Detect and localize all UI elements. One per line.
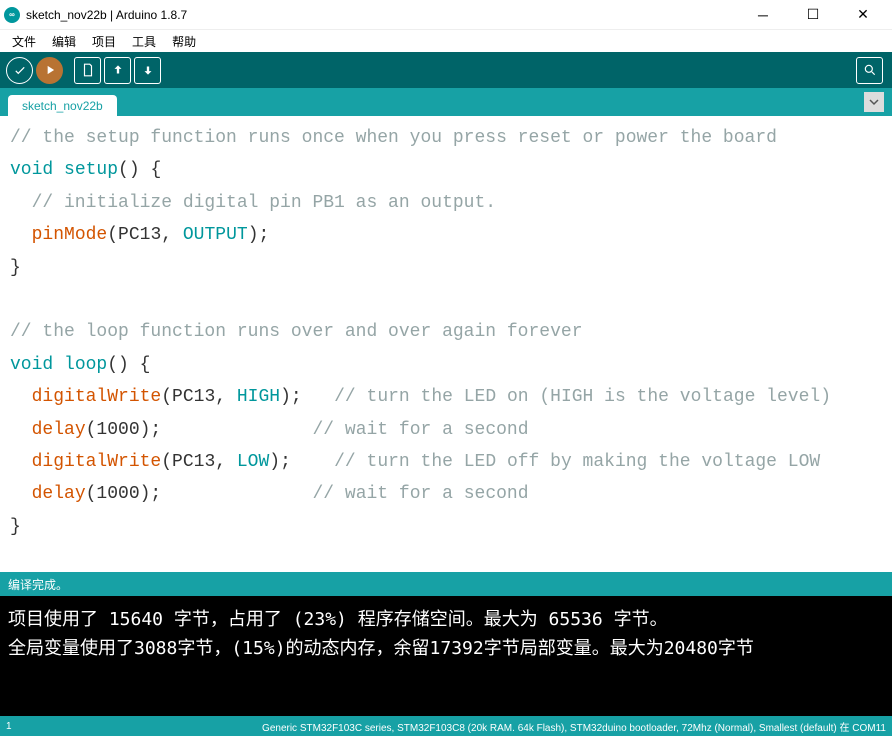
- menubar: 文件 编辑 项目 工具 帮助: [0, 30, 892, 52]
- close-button[interactable]: ✕: [848, 4, 878, 26]
- magnifier-icon: [863, 63, 877, 77]
- arrow-up-icon: [111, 63, 125, 77]
- titlebar: ∞ sketch_nov22b | Arduino 1.8.7 ─ ☐ ✕: [0, 0, 892, 30]
- code-keyword: setup: [64, 160, 118, 180]
- save-button[interactable]: [134, 57, 161, 84]
- code-comment: // initialize digital pin PB1 as an outp…: [10, 193, 496, 213]
- file-icon: [81, 63, 95, 77]
- code-comment: // turn the LED off by making the voltag…: [334, 452, 820, 472]
- menu-help[interactable]: 帮助: [166, 31, 202, 52]
- line-number: 1: [6, 721, 12, 732]
- footer-bar: 1 Generic STM32F103C series, STM32F103C8…: [0, 716, 892, 736]
- toolbar: [0, 52, 892, 88]
- open-button[interactable]: [104, 57, 131, 84]
- tab-menu-button[interactable]: [864, 92, 884, 112]
- menu-file[interactable]: 文件: [6, 31, 42, 52]
- code-function: delay: [32, 484, 86, 504]
- code-text: () {: [118, 160, 161, 180]
- console-output[interactable]: 项目使用了 15640 字节，占用了 (23%) 程序存储空间。最大为 6553…: [0, 596, 892, 716]
- status-text: 编译完成。: [8, 576, 68, 593]
- code-comment: // the loop function runs over and over …: [10, 322, 583, 342]
- chevron-down-icon: [869, 97, 879, 107]
- menu-sketch[interactable]: 项目: [86, 31, 122, 52]
- code-constant: HIGH: [237, 387, 280, 407]
- new-button[interactable]: [74, 57, 101, 84]
- menu-edit[interactable]: 编辑: [46, 31, 82, 52]
- code-editor[interactable]: // the setup function runs once when you…: [0, 116, 892, 572]
- code-keyword: void: [10, 160, 53, 180]
- menu-tools[interactable]: 工具: [126, 31, 162, 52]
- console-line: 项目使用了 15640 字节，占用了 (23%) 程序存储空间。最大为 6553…: [8, 606, 884, 635]
- tab-sketch[interactable]: sketch_nov22b: [8, 95, 117, 116]
- minimize-button[interactable]: ─: [748, 4, 778, 26]
- tabbar: sketch_nov22b: [0, 88, 892, 116]
- window-title: sketch_nov22b | Arduino 1.8.7: [26, 8, 748, 22]
- check-icon: [13, 63, 27, 77]
- code-function: digitalWrite: [32, 387, 162, 407]
- code-comment: // wait for a second: [312, 484, 528, 504]
- code-function: digitalWrite: [32, 452, 162, 472]
- console-line: 全局变量使用了3088字节，(15%)的动态内存，余留17392字节局部变量。最…: [8, 635, 884, 664]
- status-bar: 编译完成。: [0, 572, 892, 596]
- arrow-right-icon: [43, 63, 57, 77]
- serial-monitor-button[interactable]: [856, 57, 883, 84]
- arduino-logo-icon: ∞: [4, 7, 20, 23]
- code-function: pinMode: [32, 225, 108, 245]
- code-comment: // the setup function runs once when you…: [10, 128, 777, 148]
- verify-button[interactable]: [6, 57, 33, 84]
- code-keyword: loop: [64, 355, 107, 375]
- maximize-button[interactable]: ☐: [798, 4, 828, 26]
- board-info: Generic STM32F103C series, STM32F103C8 (…: [262, 719, 886, 734]
- code-constant: OUTPUT: [183, 225, 248, 245]
- code-comment: // wait for a second: [312, 420, 528, 440]
- arrow-down-icon: [141, 63, 155, 77]
- code-keyword: void: [10, 355, 53, 375]
- code-constant: LOW: [237, 452, 269, 472]
- window-controls: ─ ☐ ✕: [748, 4, 888, 26]
- upload-button[interactable]: [36, 57, 63, 84]
- code-comment: // turn the LED on (HIGH is the voltage …: [334, 387, 831, 407]
- code-function: delay: [32, 420, 86, 440]
